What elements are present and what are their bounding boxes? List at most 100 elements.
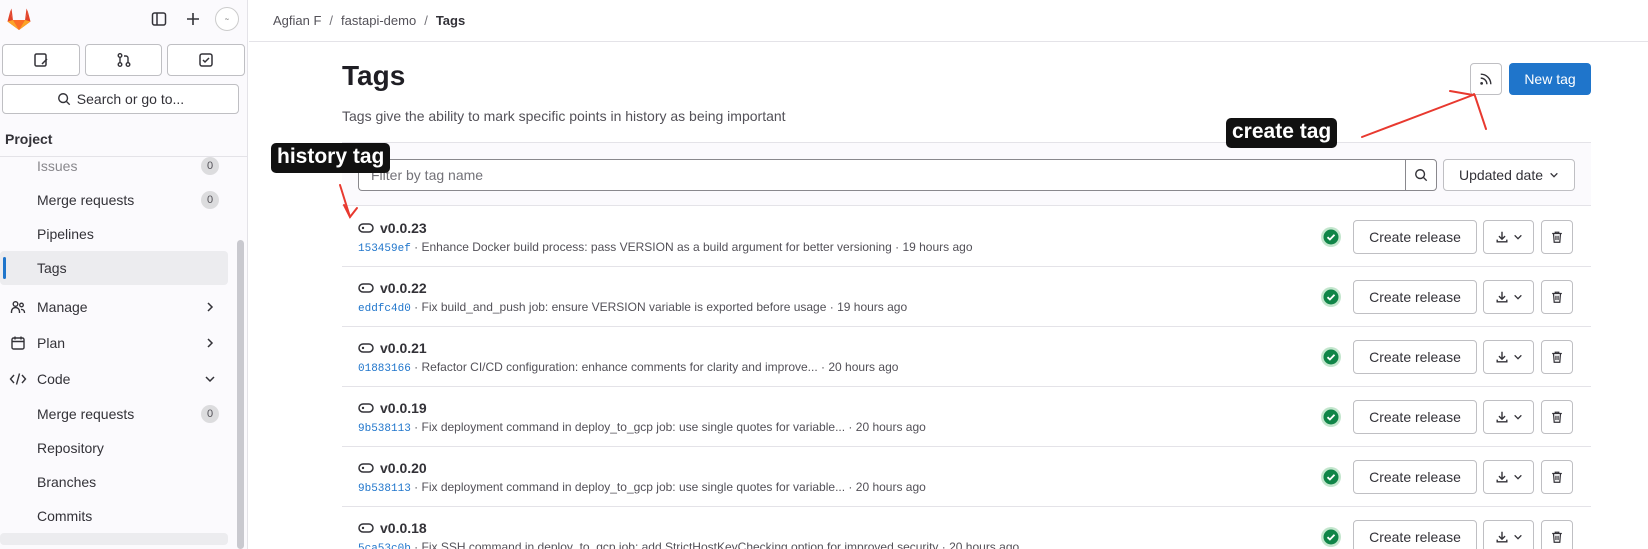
- commit-message[interactable]: Fix build_and_push job: ensure VERSION v…: [422, 300, 827, 314]
- create-release-button[interactable]: Create release: [1353, 340, 1477, 374]
- merge-requests-count-badge: 0: [201, 191, 219, 209]
- sort-label: Updated date: [1458, 167, 1544, 183]
- commit-message[interactable]: Enhance Docker build process: pass VERSI…: [422, 240, 892, 254]
- breadcrumb-owner-link[interactable]: Agfian F: [273, 13, 321, 28]
- download-dropdown-button[interactable]: [1483, 460, 1534, 494]
- todo-checkbox-icon: [199, 53, 213, 67]
- create-release-button[interactable]: Create release: [1353, 520, 1477, 549]
- sidebar-item-issues[interactable]: Issues 0: [0, 149, 228, 183]
- create-release-button[interactable]: Create release: [1353, 220, 1477, 254]
- tag-name-link[interactable]: v0.0.21: [358, 340, 427, 356]
- gitlab-logo-icon[interactable]: [6, 6, 32, 32]
- chevron-down-icon: [1513, 414, 1522, 420]
- delete-tag-button[interactable]: [1541, 460, 1573, 494]
- filter-tag-input[interactable]: Filter by tag name: [358, 159, 1405, 191]
- tag-icon: [358, 403, 374, 413]
- tag-commit-info: 9b538113 · Fix deployment command in dep…: [358, 480, 926, 495]
- chevron-down-icon: [1513, 234, 1522, 240]
- sort-dropdown[interactable]: Updated date: [1443, 159, 1575, 191]
- download-icon: [1495, 471, 1508, 483]
- sidebar-scrollbar[interactable]: [237, 240, 244, 549]
- tag-name-link[interactable]: v0.0.22: [358, 280, 427, 296]
- search-button[interactable]: Search or go to...: [2, 84, 239, 114]
- download-dropdown-button[interactable]: [1483, 220, 1534, 254]
- commit-sha-link[interactable]: eddfc4d0: [358, 303, 411, 315]
- download-dropdown-button[interactable]: [1483, 340, 1534, 374]
- trash-icon: [1552, 231, 1562, 243]
- sidebar-group-code[interactable]: Code: [0, 361, 228, 397]
- tag-name-link[interactable]: v0.0.19: [358, 400, 427, 416]
- sidebar-item-repository[interactable]: Repository: [0, 431, 228, 465]
- pipeline-passed-icon[interactable]: [1320, 226, 1342, 248]
- create-release-button[interactable]: Create release: [1353, 400, 1477, 434]
- sidebar-item-branches[interactable]: Branches: [0, 465, 228, 499]
- commit-message[interactable]: Refactor CI/CD configuration: enhance co…: [422, 360, 818, 374]
- download-icon: [1495, 531, 1508, 543]
- sidebar-quick-actions: [0, 38, 247, 76]
- tag-name-link[interactable]: v0.0.18: [358, 520, 427, 536]
- todos-shortcut-button[interactable]: [167, 44, 246, 76]
- commit-sha-link[interactable]: 5ca53c0b: [358, 543, 411, 549]
- delete-tag-button[interactable]: [1541, 520, 1573, 549]
- create-release-button[interactable]: Create release: [1353, 460, 1477, 494]
- rss-feed-button[interactable]: [1470, 63, 1502, 95]
- trash-icon: [1552, 531, 1562, 543]
- pipeline-passed-icon[interactable]: [1320, 406, 1342, 428]
- commit-sha-link[interactable]: 153459ef: [358, 243, 411, 255]
- planning-icon: [8, 333, 28, 353]
- tag-name-link[interactable]: v0.0.20: [358, 460, 427, 476]
- download-icon: [1495, 231, 1508, 243]
- tag-row: v0.0.20 9b538113 · Fix deployment comman…: [342, 447, 1591, 507]
- chevron-down-icon: [1513, 354, 1522, 360]
- commit-message[interactable]: Fix SSH command in deploy_to_gcp job: ad…: [422, 540, 939, 549]
- tag-icon: [358, 463, 374, 473]
- delete-tag-button[interactable]: [1541, 280, 1573, 314]
- user-avatar[interactable]: ~: [215, 7, 239, 31]
- toggle-sidebar-button[interactable]: [145, 5, 173, 33]
- sidebar-item-label: Repository: [37, 440, 104, 456]
- sidebar-item-next[interactable]: [0, 533, 228, 545]
- merge-requests-shortcut-button[interactable]: [84, 44, 163, 76]
- sidebar-item-tags[interactable]: Tags: [0, 251, 228, 285]
- chevron-down-icon: [1513, 474, 1522, 480]
- pipeline-passed-icon[interactable]: [1320, 526, 1342, 548]
- pipeline-passed-icon[interactable]: [1320, 346, 1342, 368]
- commit-message[interactable]: Fix deployment command in deploy_to_gcp …: [422, 420, 846, 434]
- sidebar-group-plan[interactable]: Plan: [0, 325, 228, 361]
- breadcrumb-separator: /: [329, 13, 334, 28]
- commit-sha-link[interactable]: 9b538113: [358, 423, 411, 435]
- breadcrumb-current[interactable]: Tags: [436, 13, 465, 28]
- commit-sha-link[interactable]: 9b538113: [358, 483, 411, 495]
- chevron-down-icon: [1513, 534, 1522, 540]
- download-dropdown-button[interactable]: [1483, 280, 1534, 314]
- delete-tag-button[interactable]: [1541, 400, 1573, 434]
- commit-message[interactable]: Fix deployment command in deploy_to_gcp …: [422, 480, 846, 494]
- sidebar-toggle-icon: [151, 12, 167, 26]
- breadcrumb-project-link[interactable]: fastapi-demo: [341, 13, 416, 28]
- sidebar-item-merge-requests[interactable]: Merge requests 0: [0, 183, 228, 217]
- download-dropdown-button[interactable]: [1483, 400, 1534, 434]
- search-icon: [1415, 169, 1428, 182]
- trash-icon: [1552, 471, 1562, 483]
- delete-tag-button[interactable]: [1541, 220, 1573, 254]
- pipeline-passed-icon[interactable]: [1320, 286, 1342, 308]
- sidebar-group-manage[interactable]: Manage: [0, 289, 228, 325]
- download-dropdown-button[interactable]: [1483, 520, 1534, 549]
- tag-name-link[interactable]: v0.0.23: [358, 220, 427, 236]
- delete-tag-button[interactable]: [1541, 340, 1573, 374]
- tag-row: v0.0.19 9b538113 · Fix deployment comman…: [342, 387, 1591, 447]
- tag-name: v0.0.20: [380, 460, 427, 476]
- tag-icon: [358, 283, 374, 293]
- filter-search-button[interactable]: [1405, 159, 1437, 191]
- sidebar-item-commits[interactable]: Commits: [0, 499, 228, 533]
- pipeline-passed-icon[interactable]: [1320, 466, 1342, 488]
- new-tag-button[interactable]: New tag: [1509, 63, 1591, 95]
- create-new-button[interactable]: [179, 5, 207, 33]
- sidebar-group-label: Plan: [37, 335, 66, 351]
- sidebar-item-pipelines[interactable]: Pipelines: [0, 217, 228, 251]
- commit-sha-link[interactable]: 01883166: [358, 363, 411, 375]
- create-release-button[interactable]: Create release: [1353, 280, 1477, 314]
- issues-shortcut-button[interactable]: [2, 44, 80, 76]
- commit-time: 20 hours ago: [828, 360, 899, 374]
- sidebar-item-code-merge-requests[interactable]: Merge requests 0: [0, 397, 228, 431]
